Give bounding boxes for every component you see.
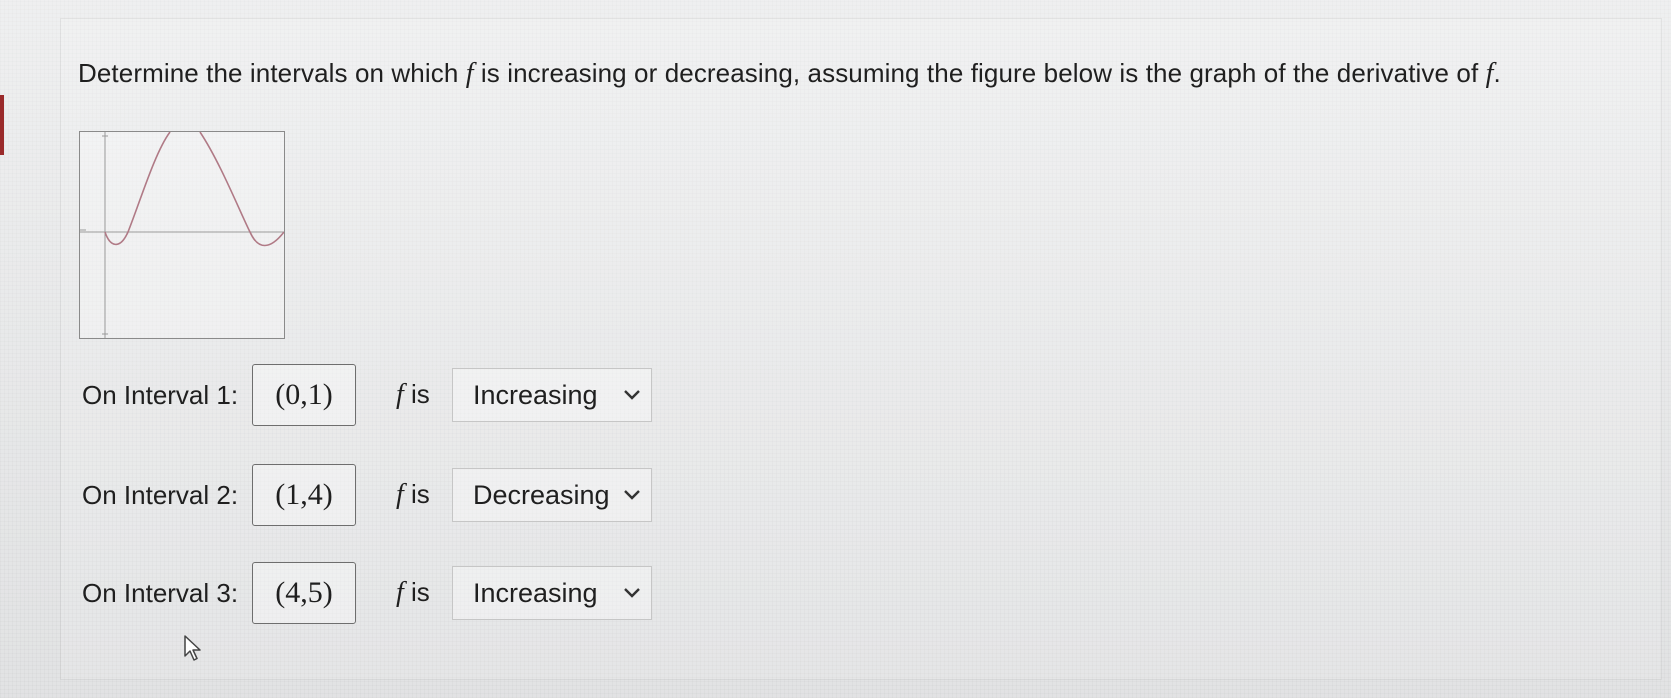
row-2-label: On Interval 2: [82,479,239,510]
row-3-f: f [396,577,404,608]
derivative-graph-svg [80,132,284,338]
question-middle: is increasing or decreasing, assuming th… [473,58,1486,88]
question-suffix: . [1493,58,1501,88]
row-1-is: is [403,379,430,409]
behavior-select-1[interactable]: Increasing [452,368,652,422]
row-2-f: f [396,479,404,510]
question-var-1: f [465,58,474,89]
mouse-pointer-icon [184,635,201,661]
interval-2-input[interactable]: (1,4) [252,464,356,526]
interval-1-input[interactable]: (0,1) [252,364,356,426]
interval-3-value: (4,5) [275,576,333,609]
chevron-down-icon [624,588,640,598]
row-2-is: is [403,479,430,509]
derivative-curve [104,132,284,247]
question-text: Determine the intervals on which f is in… [78,58,1501,90]
behavior-select-1-value: Increasing [473,379,598,410]
row-3-label: On Interval 3: [82,577,239,608]
behavior-select-3[interactable]: Increasing [452,566,652,620]
interval-2-value: (1,4) [275,478,333,511]
chevron-down-icon [624,490,640,500]
interval-row-3: On Interval 3: (4,5) f is Increasing [82,562,652,624]
row-1-f: f [396,379,404,410]
behavior-select-3-value: Increasing [473,577,598,608]
question-prefix: Determine the intervals on which [78,58,466,88]
behavior-select-2-value: Decreasing [473,479,610,510]
row-2-f-is: f is [396,479,446,511]
interval-3-input[interactable]: (4,5) [252,562,356,624]
window-edge-marker [0,95,4,155]
row-1-f-is: f is [396,379,446,411]
behavior-select-2[interactable]: Decreasing [452,468,652,522]
row-3-is: is [403,577,430,607]
interval-row-1: On Interval 1: (0,1) f is Increasing [82,364,652,426]
chevron-down-icon [624,390,640,400]
row-3-f-is: f is [396,577,446,609]
interval-row-2: On Interval 2: (1,4) f is Decreasing [82,464,652,526]
row-1-label: On Interval 1: [82,379,239,410]
derivative-graph [79,131,285,339]
interval-1-value: (0,1) [275,378,333,411]
